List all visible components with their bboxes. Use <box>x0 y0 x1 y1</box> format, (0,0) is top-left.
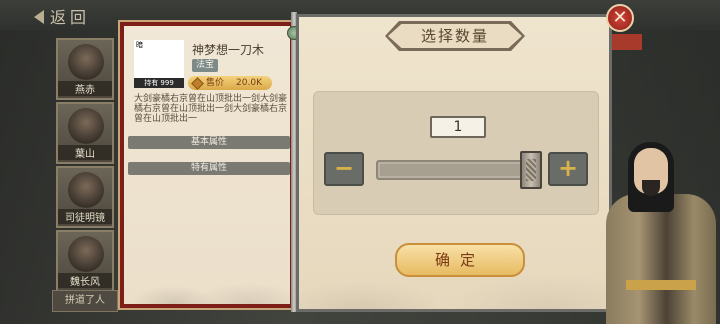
character-portrait <box>68 236 104 272</box>
character-illustration <box>600 130 720 324</box>
item-thumb-tag: 暗 <box>136 41 143 49</box>
slider-fill <box>380 164 542 176</box>
coin-icon <box>191 77 204 90</box>
item-info-panel: 暗 持有 999 神梦想一刀木 法宝 售价 20.0K 大剑豪橘右京曾在山顶批出… <box>118 20 296 310</box>
minus-icon: − <box>333 154 355 182</box>
bottom-tab[interactable]: 拼道了人 <box>52 290 118 312</box>
character-card[interactable]: 魏长风 <box>56 230 114 292</box>
character-belt <box>626 280 696 290</box>
title-plate: 选择数量 <box>385 21 525 51</box>
item-description: 大剑豪橘右京曾在山顶批出一剑大剑豪橘右京曾在山顶批出一剑大剑豪橘右京曾在山顶批出… <box>134 94 288 124</box>
quantity-input[interactable]: 1 <box>430 116 486 138</box>
back-label: 返回 <box>50 8 91 27</box>
price-value: 20.0K <box>236 78 262 88</box>
character-portrait <box>68 44 104 80</box>
back-arrow-icon <box>34 10 44 24</box>
quantity-dialog: 选择数量 1 − + 确定 <box>296 14 612 312</box>
red-ribbon-decoration <box>612 34 642 50</box>
hold-count: 持有 999 <box>134 78 184 88</box>
ink-mountains-decoration <box>124 234 290 304</box>
close-button[interactable]: ✕ <box>606 4 634 32</box>
confirm-label: 确定 <box>434 251 485 269</box>
character-portrait <box>68 108 104 144</box>
increase-button[interactable]: + <box>548 152 588 186</box>
item-info-content: 暗 持有 999 神梦想一刀木 法宝 售价 20.0K 大剑豪橘右京曾在山顶批出… <box>124 26 290 304</box>
price-bar: 售价 20.0K <box>188 76 272 90</box>
character-robe <box>606 194 716 324</box>
plus-icon: + <box>557 154 579 182</box>
confirm-button[interactable]: 确定 <box>395 243 525 277</box>
character-name: 葉山 <box>58 145 112 160</box>
quantity-area: 1 − + <box>313 91 599 215</box>
character-card[interactable]: 葉山 <box>56 102 114 164</box>
character-name: 司徒明镜 <box>58 209 112 224</box>
character-list: 燕赤 葉山 司徒明镜 魏长风 <box>52 30 118 320</box>
item-type-badge: 法宝 <box>192 59 219 72</box>
price-label: 售价 <box>206 78 225 88</box>
character-name: 燕赤 <box>58 81 112 96</box>
character-portrait <box>68 172 104 208</box>
slider-handle[interactable] <box>520 151 542 189</box>
character-name: 魏长风 <box>58 273 112 288</box>
dialog-title: 选择数量 <box>420 27 489 45</box>
character-card[interactable]: 司徒明镜 <box>56 166 114 228</box>
quantity-slider[interactable] <box>376 160 542 180</box>
item-name: 神梦想一刀木 <box>192 43 265 57</box>
special-attributes-tab[interactable]: 特有属性 <box>128 162 290 175</box>
back-button[interactable]: 返回 <box>34 4 114 27</box>
basic-attributes-tab[interactable]: 基本属性 <box>128 136 290 149</box>
character-card[interactable]: 燕赤 <box>56 38 114 100</box>
decrease-button[interactable]: − <box>324 152 364 186</box>
